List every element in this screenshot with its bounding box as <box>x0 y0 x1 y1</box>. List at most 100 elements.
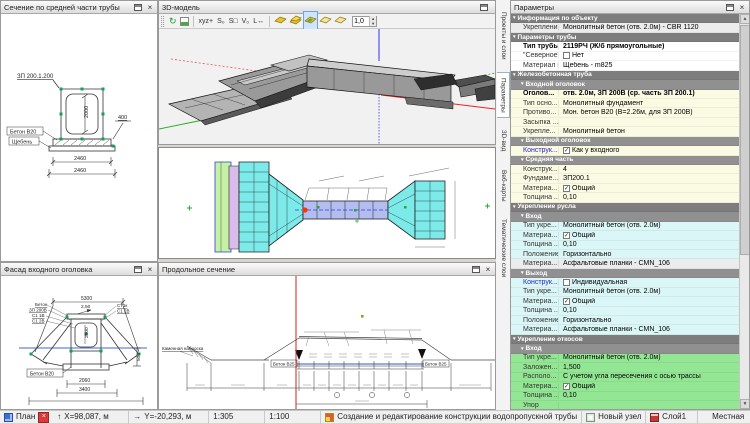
surface-icon[interactable]: S₀ <box>216 16 226 27</box>
section-drawing-canvas[interactable]: 2000 ЗП 200.1.200 Бетон В20 Щебень 2460 <box>1 14 157 261</box>
spin-down-icon[interactable]: ▼ <box>370 21 376 26</box>
param-value[interactable]: 0,10 <box>559 392 739 399</box>
tab-thematic-layers[interactable]: Тематические слои <box>496 213 510 283</box>
param-section-header[interactable]: ▾Выходной оголовок <box>511 137 739 146</box>
collapse-arrow-icon[interactable]: ▾ <box>513 34 516 40</box>
collapse-arrow-icon[interactable]: ▾ <box>513 72 516 78</box>
spinner-buttons[interactable]: ▲▼ <box>369 16 376 26</box>
param-value[interactable]: 0,10 <box>559 241 739 248</box>
collapse-arrow-icon[interactable]: ▾ <box>521 81 524 87</box>
dock-pin-icon[interactable] <box>472 266 480 273</box>
collapse-arrow-icon[interactable]: ▾ <box>513 15 516 21</box>
param-value[interactable]: Асфальтовые планки - CMN_106 <box>559 326 739 333</box>
checkbox-unchecked-icon[interactable] <box>563 279 570 286</box>
tab-parameters[interactable]: Параметры <box>497 72 510 119</box>
collapse-arrow-icon[interactable]: ▾ <box>521 157 524 163</box>
length-icon[interactable]: L↔ <box>252 16 265 27</box>
checkbox-checked-icon[interactable]: ✓ <box>563 147 570 154</box>
param-value[interactable]: Монолитный бетон (отв. 2.0м) - CBR 1120 <box>559 24 739 31</box>
status-scale-vertical[interactable]: 1:100 <box>265 411 321 424</box>
param-value[interactable]: ✓Общий <box>559 232 739 239</box>
view-icon[interactable]: V₀ <box>241 16 251 27</box>
view-tab-plan[interactable]: План × <box>0 411 53 424</box>
panel-titlebar[interactable]: Продольное сечение × <box>159 263 495 276</box>
param-value[interactable]: Горизонтально <box>559 317 739 324</box>
param-value[interactable]: ✓Общий <box>559 383 739 390</box>
param-section-header[interactable]: ▾Входной оголовок <box>511 80 739 89</box>
longitudinal-canvas[interactable]: Каменная наброска Бетон В25 Бетон В25 <box>159 276 495 409</box>
tab-3d-view[interactable]: 3D-вид <box>496 124 510 157</box>
scroll-up-icon[interactable]: ▲ <box>740 14 750 24</box>
param-section-header[interactable]: ▾Средняя часть <box>511 156 739 165</box>
checkbox-checked-icon[interactable]: ✓ <box>563 185 570 192</box>
status-scale-horizontal[interactable]: 1:305 <box>209 411 265 424</box>
facade-drawing-canvas[interactable]: 2000 5300 2,50 Бетон ЗП 200В С1 1В С1 2В <box>1 276 157 409</box>
dock-pin-icon[interactable] <box>726 4 734 11</box>
tab-web-maps[interactable]: Веб-карты <box>496 164 510 208</box>
dock-pin-icon[interactable] <box>134 266 142 273</box>
plan-view-canvas[interactable] <box>158 147 496 259</box>
close-icon[interactable]: × <box>484 266 492 273</box>
param-value[interactable]: Монолитный бетон (отв. 2.0м) <box>559 354 739 361</box>
param-value[interactable]: Монолитный бетон (отв. 2.0м) <box>559 222 739 229</box>
param-value[interactable]: Монолитный бетон (отв. 2.0м) <box>559 288 739 295</box>
param-value[interactable]: отв. 2.0м, ЗП 200В (ср. часть ЗП 200.1) <box>559 90 739 97</box>
scroll-thumb[interactable] <box>740 25 750 255</box>
collapse-arrow-icon[interactable]: ▾ <box>521 346 524 352</box>
scroll-down-icon[interactable]: ▼ <box>740 399 750 409</box>
param-value[interactable]: Мон. бетон В20 (В=2.26м, для ЗП 200В) <box>559 109 739 116</box>
param-value[interactable]: 0,10 <box>559 194 739 201</box>
param-section-header[interactable]: ▾Информация по объекту <box>511 14 739 23</box>
legend-grid-icon[interactable] <box>180 17 189 26</box>
3d-viewport[interactable] <box>159 29 495 144</box>
slab-stack-icon[interactable] <box>289 12 302 30</box>
status-coordinate-system[interactable]: Местная <box>698 411 750 424</box>
param-section-header[interactable]: ▾Вход <box>511 344 739 353</box>
param-value[interactable]: Монолитный фундамент <box>559 100 739 107</box>
param-value[interactable]: 0,10 <box>559 307 739 314</box>
exaggeration-input[interactable] <box>353 18 369 25</box>
param-value[interactable]: ✓Как у входного <box>559 147 739 154</box>
param-value[interactable]: Нет <box>559 52 739 59</box>
collapse-arrow-icon[interactable]: ▾ <box>513 204 516 210</box>
collapse-arrow-icon[interactable]: ▾ <box>513 336 516 342</box>
slab-flat-icon[interactable] <box>274 12 287 30</box>
param-value[interactable]: 1,500 <box>559 364 739 371</box>
param-value[interactable]: Горизонтально <box>559 251 739 258</box>
close-view-icon[interactable]: × <box>38 412 49 423</box>
param-value[interactable]: 2119РЧ (Ж/б прямоугольные) <box>559 43 739 50</box>
param-section-header[interactable]: ▾Укрепление русла <box>511 203 739 212</box>
dock-pin-icon[interactable] <box>480 4 488 11</box>
close-icon[interactable]: × <box>146 266 154 273</box>
tab-projects-layers[interactable]: Проекты и слои <box>496 6 510 66</box>
panel-titlebar[interactable]: Сечение по средней части трубы × <box>1 1 157 14</box>
collapse-arrow-icon[interactable]: ▾ <box>521 213 524 219</box>
checkbox-checked-icon[interactable]: ✓ <box>563 298 570 305</box>
section-icon[interactable]: S□ <box>228 16 239 27</box>
param-section-header[interactable]: ▾Выход <box>511 269 739 278</box>
param-value[interactable]: Индивидуальная <box>559 279 739 286</box>
panel-titlebar[interactable]: Фасад входного оголовка × <box>1 263 157 276</box>
param-value[interactable]: Щебень - m825 <box>559 62 739 69</box>
exaggeration-spinner[interactable]: ▲▼ <box>352 16 377 27</box>
param-value[interactable]: Монолитный бетон <box>559 128 739 135</box>
param-value[interactable]: ЗП200.1 <box>559 175 739 182</box>
toolbar-grip[interactable] <box>161 16 164 27</box>
slab-outline-icon[interactable] <box>319 12 332 30</box>
slab-outline2-icon[interactable] <box>334 12 347 30</box>
param-value[interactable]: ✓Общий <box>559 298 739 305</box>
checkbox-unchecked-icon[interactable] <box>563 52 570 59</box>
param-value[interactable]: ✓Общий <box>559 185 739 192</box>
param-section-header[interactable]: ▾Параметры трубы <box>511 33 739 42</box>
collapse-arrow-icon[interactable]: ▾ <box>521 138 524 144</box>
status-layer[interactable]: Слой1 <box>646 411 698 424</box>
close-icon[interactable]: × <box>146 4 154 11</box>
param-section-header[interactable]: ▾Укрепление откосов <box>511 335 739 344</box>
refresh-icon[interactable]: ↻ <box>168 16 178 27</box>
checkbox-checked-icon[interactable]: ✓ <box>563 232 570 239</box>
close-icon[interactable]: × <box>738 4 746 11</box>
params-scrollbar[interactable]: ▲ ▼ <box>739 14 749 409</box>
slab-textured-icon[interactable] <box>304 12 317 30</box>
param-section-header[interactable]: ▾Вход <box>511 212 739 221</box>
checkbox-checked-icon[interactable]: ✓ <box>563 383 570 390</box>
